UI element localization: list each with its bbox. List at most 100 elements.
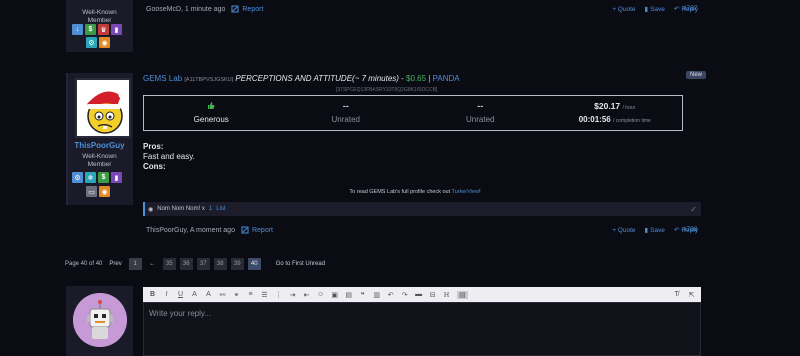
post-title: GEMS Lab [A11TBPVSJGSKU] PERCEPTIONS AND…: [143, 74, 460, 83]
rating-3-value: --: [477, 101, 484, 111]
pros-label: Pros:: [143, 142, 164, 151]
unlink-icon[interactable]: ⚭: [233, 291, 240, 299]
separator: -: [398, 74, 407, 83]
remove-format-icon[interactable]: T̸: [673, 291, 680, 298]
username[interactable]: ThisPoorGuy: [66, 141, 133, 150]
check-icon[interactable]: ✓: [690, 205, 697, 214]
align-icon[interactable]: ≡: [247, 291, 254, 298]
eye-icon[interactable]: ◉: [99, 37, 110, 48]
page-link-first[interactable]: 1: [128, 258, 142, 270]
quote-icon[interactable]: ❝: [359, 291, 366, 299]
expand-icon[interactable]: ⇱: [688, 291, 695, 299]
requester-link[interactable]: GEMS Lab: [143, 74, 182, 83]
quote-button[interactable]: + Quote: [612, 227, 635, 234]
crown-icon[interactable]: ♛: [98, 24, 109, 35]
undo-icon[interactable]: ↶: [387, 291, 394, 299]
page-link[interactable]: 38: [213, 258, 227, 270]
new-badge: New: [686, 71, 707, 79]
font-color-icon[interactable]: A: [191, 291, 198, 298]
prev-page-link[interactable]: Prev: [106, 258, 124, 270]
prev-quote-button[interactable]: + Quote: [612, 6, 635, 13]
pay-amount: $0.65: [406, 74, 427, 83]
turkerview-note: To read GEMS Lab's full profile check ou…: [0, 189, 800, 195]
spoiler-icon[interactable]: ▬: [415, 291, 422, 298]
post-number[interactable]: #788: [683, 226, 697, 233]
post-meta: ThisPoorGuy, A moment ago Report: [146, 226, 273, 234]
gear-icon[interactable]: ⚙: [72, 172, 83, 183]
page-link[interactable]: 35: [162, 258, 176, 270]
post-author-time[interactable]: ThisPoorGuy, A moment ago: [146, 227, 235, 234]
toolbar-right: T̸ ⇱: [673, 291, 695, 299]
go-to-first-unread-link[interactable]: Go to First Unread: [273, 258, 328, 270]
dollar-icon[interactable]: $: [85, 24, 96, 35]
thumbs-up-icon: [144, 101, 279, 112]
report-icon: [241, 226, 249, 234]
current-page[interactable]: 40: [247, 258, 261, 270]
bookmark-icon: ▮: [644, 6, 649, 13]
prev-badge-row-1: ↓ $ ♛ ▮: [72, 24, 122, 35]
snowflake-icon[interactable]: ❄: [85, 172, 96, 183]
page-link[interactable]: 36: [179, 258, 193, 270]
avatar[interactable]: [75, 78, 131, 138]
page-link[interactable]: 39: [230, 258, 244, 270]
gear-icon[interactable]: ⚙: [86, 37, 97, 48]
code-icon[interactable]: ⊟: [429, 291, 436, 299]
reply-editor[interactable]: [143, 302, 701, 356]
cons-label: Cons:: [143, 162, 166, 171]
tv-note-suffix: !: [479, 189, 481, 195]
redo-icon[interactable]: ↷: [401, 291, 408, 299]
dollar-icon[interactable]: $: [98, 172, 109, 183]
hourly-rate: $20.17: [594, 101, 621, 111]
pros-text: Fast and easy.: [143, 152, 195, 161]
bookmark-icon[interactable]: ▮: [111, 24, 122, 35]
bold-icon[interactable]: B: [149, 291, 156, 298]
panda-link[interactable]: PANDA: [433, 74, 460, 83]
insert-icon[interactable]: ℍ: [443, 291, 450, 299]
trophy-icon[interactable]: ↓: [72, 24, 83, 35]
reaction-eye-icon: ◉: [148, 206, 154, 213]
smiley-icon[interactable]: ☺: [317, 291, 324, 298]
rating-cell-2: -- Unrated: [279, 96, 414, 130]
save-button[interactable]: ▮ Save: [645, 226, 665, 235]
generosity-label: Generous: [193, 115, 229, 124]
report-link[interactable]: Report: [241, 226, 273, 234]
reactions-text: Nom Nom Nom! x: [157, 206, 205, 212]
skip-pages-link[interactable]: ←: [146, 258, 159, 270]
italic-icon[interactable]: I: [163, 291, 170, 298]
prev-save-button[interactable]: ▮ Save: [644, 5, 665, 14]
post-body: Pros: Fast and easy. Cons:: [143, 142, 195, 172]
turkerview-link[interactable]: TurkerView: [452, 189, 480, 195]
group-id: [37SPCEQ13FBASRY33T9Q2G8K1ISOCCB]: [336, 87, 438, 93]
reactions-bar: ◉ Nom Nom Nom! x 1 List ✓: [143, 202, 701, 216]
page-link[interactable]: 37: [196, 258, 210, 270]
indent-icon[interactable]: ⇥: [289, 291, 296, 299]
reply-input[interactable]: [144, 303, 700, 324]
tv-note-prefix: To read GEMS Lab's full profile check ou…: [349, 189, 452, 195]
bookmark-icon[interactable]: ▮: [111, 172, 122, 183]
page-info: Page 40 of 40: [65, 261, 103, 267]
rating-2-label: Unrated: [331, 115, 360, 124]
image-icon[interactable]: ▣: [331, 291, 338, 299]
prev-report-link[interactable]: Report: [231, 5, 263, 13]
avatar[interactable]: [73, 293, 127, 347]
media-icon[interactable]: ▤: [345, 291, 352, 299]
reactions-list-link[interactable]: List: [216, 206, 225, 212]
link-icon[interactable]: ⚯: [219, 291, 226, 299]
badge-row-1: ⚙ ❄ $ ▮: [72, 172, 122, 183]
turkerview-box: Generous -- Unrated -- Unrated $20.17 / …: [143, 95, 683, 131]
task-title[interactable]: PERCEPTIONS AND ATTITUDE(~ 7 minutes): [235, 74, 399, 83]
list-icon[interactable]: ☰: [261, 291, 268, 299]
underline-icon[interactable]: U: [177, 291, 184, 298]
text-size-icon[interactable]: A: [205, 291, 212, 298]
user-title: Well-Known Member: [82, 153, 117, 168]
rating-cell-3: -- Unrated: [413, 96, 548, 130]
completion-time: 00:01:56: [578, 115, 611, 124]
bbcode-toggle-icon[interactable]: ▤: [457, 290, 468, 299]
save-draft-icon[interactable]: ▥: [373, 291, 380, 299]
outdent-icon[interactable]: ⇤: [303, 291, 310, 299]
numbered-list-icon[interactable]: ⋮: [275, 291, 282, 299]
prev-post-author-time[interactable]: GooseMcD, 1 minute ago: [146, 6, 225, 13]
prev-post-number[interactable]: #787: [683, 5, 697, 12]
reactions-count[interactable]: 1: [209, 206, 212, 212]
generosity-cell: Generous: [144, 96, 279, 130]
